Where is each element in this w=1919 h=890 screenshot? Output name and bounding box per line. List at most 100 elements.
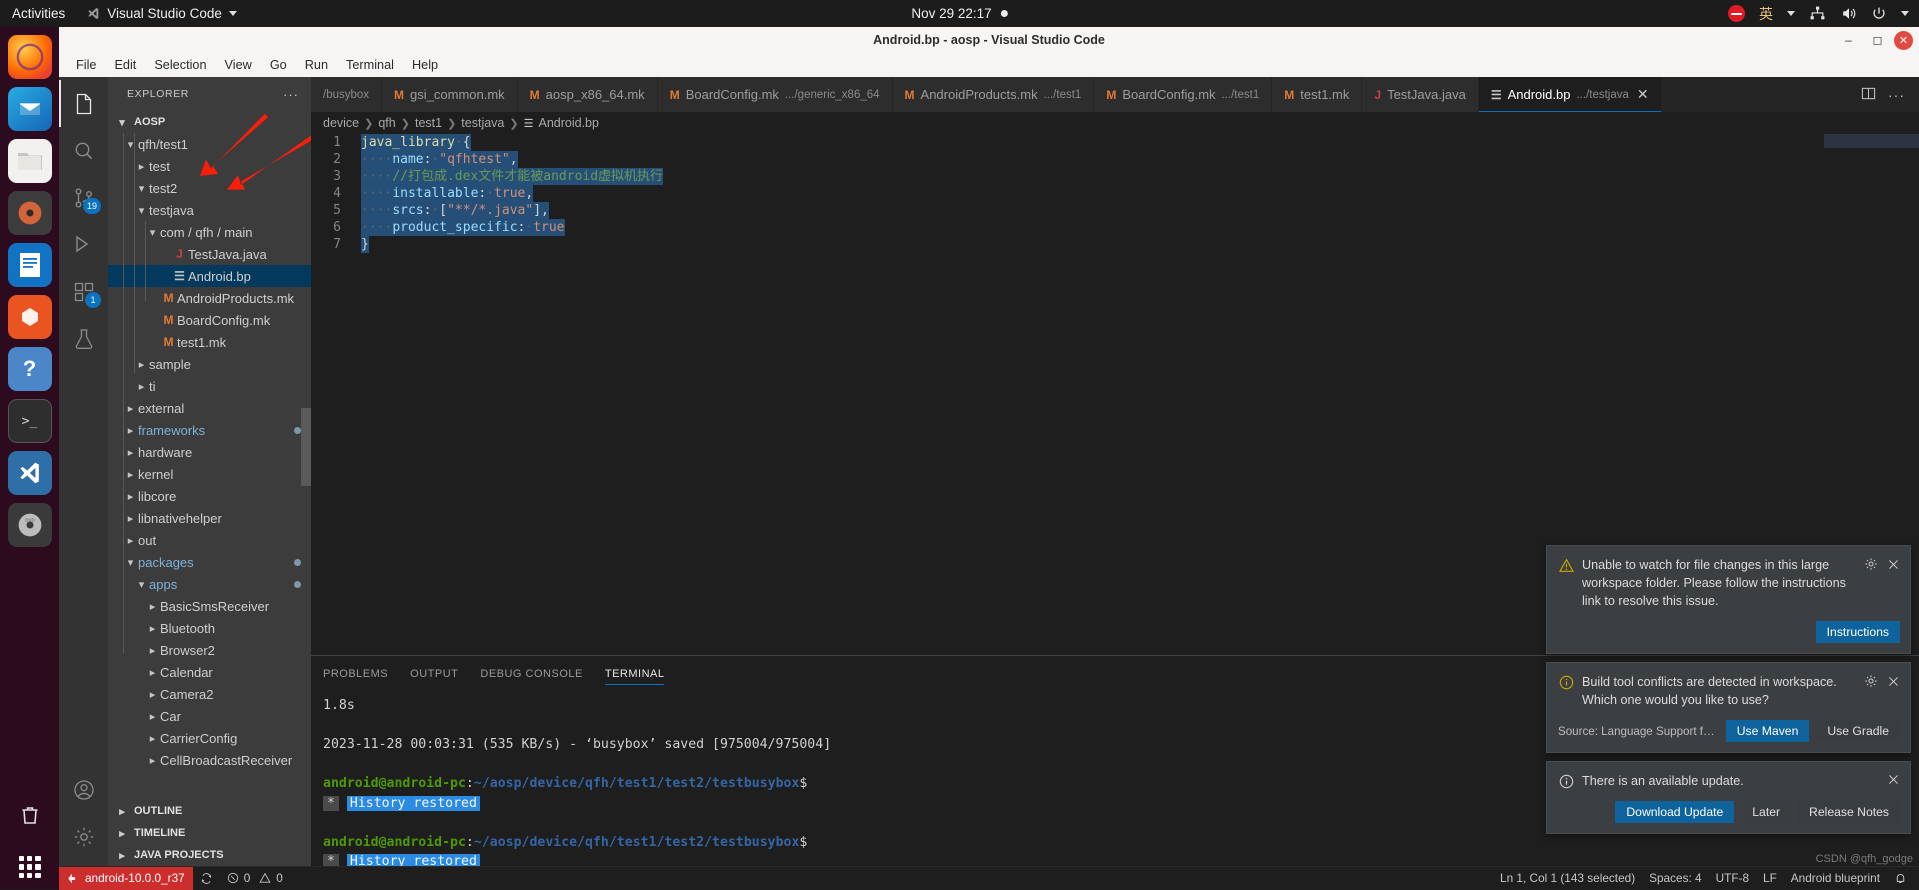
tree-item[interactable]: ▸ Camera2 [108, 683, 311, 705]
language-mode[interactable]: Android blueprint [1784, 867, 1887, 890]
section-outline[interactable]: ▸ OUTLINE [108, 800, 311, 822]
tree-item[interactable]: J TestJava.java [108, 243, 311, 265]
eol[interactable]: LF [1756, 867, 1784, 890]
later-button[interactable]: Later [1741, 801, 1792, 823]
breadcrumb-item[interactable]: qfh [378, 116, 395, 130]
indentation[interactable]: Spaces: 4 [1642, 867, 1708, 890]
breadcrumb-item[interactable]: device [323, 116, 359, 130]
system-menu-chevron-down-icon[interactable] [1901, 11, 1909, 16]
tree-item[interactable]: ▸ test [108, 155, 311, 177]
code-line[interactable]: 2 ····name:·"qfhtest", [311, 151, 1919, 168]
sidebar-scrollbar[interactable] [301, 408, 311, 486]
tree-item[interactable]: ▸ external [108, 397, 311, 419]
tree-item[interactable]: Mtest1.mk [108, 331, 311, 353]
problems-status[interactable]: 0 0 [220, 867, 290, 890]
editor-tabs[interactable]: /busybox Mgsi_common.mk Maosp_x86_64.mk M Bo… [311, 77, 1919, 112]
breadcrumb-item[interactable]: testjava [461, 116, 504, 130]
tree-item[interactable]: M BoardConfig.mk [108, 309, 311, 331]
tree-item[interactable]: ▸ hardware [108, 441, 311, 463]
tree-item[interactable]: ▸ libcore [108, 485, 311, 507]
editor-tab[interactable]: Mgsi_common.mk [382, 77, 518, 112]
panel-tab-output[interactable]: OUTPUT [410, 656, 458, 691]
dock-item-help[interactable]: ? [7, 347, 52, 391]
code-line[interactable]: 4 ····installable:·true, [311, 185, 1919, 202]
remote-indicator[interactable]: android-10.0.0_r37 [59, 866, 193, 890]
activity-accounts[interactable] [59, 766, 108, 813]
activity-run-and-debug[interactable] [59, 221, 108, 268]
editor-tab[interactable]: J TestJava.java [1362, 77, 1479, 112]
tree-item[interactable]: ▾ test2 [108, 177, 311, 199]
gear-icon[interactable] [1864, 674, 1878, 688]
keyboard-input-icon[interactable]: 英 [1759, 4, 1773, 24]
tree-item[interactable]: ☰ Android.bp [108, 265, 311, 287]
minimap-slider[interactable] [1824, 134, 1919, 148]
tree-item[interactable]: ▸ BasicSmsReceiver [108, 595, 311, 617]
close-icon[interactable] [1887, 558, 1900, 571]
menu-terminal[interactable]: Terminal [337, 56, 403, 74]
tree-item[interactable]: ▸ Browser2 [108, 639, 311, 661]
editor-tab[interactable]: Maosp_x86_64.mk [517, 77, 658, 112]
tree-item[interactable]: ▾ apps [108, 573, 311, 595]
menu-run[interactable]: Run [296, 56, 337, 74]
instructions-button[interactable]: Instructions [1815, 621, 1900, 643]
release-notes-button[interactable]: Release Notes [1798, 801, 1900, 823]
editor-tab[interactable]: M AndroidProducts.mk .../test1 [892, 77, 1095, 112]
breadcrumb-item[interactable]: test1 [415, 116, 442, 130]
code-line[interactable]: 7} [311, 236, 1919, 253]
code-line[interactable]: 3 ····//打包成.dex文件才能被android虚拟机执行 [311, 168, 1919, 185]
dock-item-rhythmbox[interactable] [7, 191, 52, 235]
code-line[interactable]: 6 ····product_specific:·true [311, 219, 1919, 236]
activities-button[interactable]: Activities [0, 6, 79, 21]
dock-item-firefox[interactable] [7, 35, 52, 79]
split-editor-icon[interactable] [1861, 86, 1876, 104]
workspace-root-row[interactable]: ▾ AOSP [108, 111, 311, 133]
code-line[interactable]: 1 java_library·{ [311, 134, 1919, 151]
dock-item-trash[interactable] [8, 793, 52, 837]
dock-item-show-apps[interactable] [8, 845, 52, 889]
tree-item[interactable]: ▸ CarrierConfig [108, 727, 311, 749]
activity-manage[interactable] [59, 813, 108, 860]
tree-item[interactable]: ▸ frameworks [108, 419, 311, 441]
use-gradle-button[interactable]: Use Gradle [1816, 720, 1900, 742]
menu-file[interactable]: File [67, 56, 105, 74]
dock-item-vscode[interactable] [7, 451, 52, 495]
editor-tab[interactable]: /busybox [311, 77, 383, 112]
activity-source-control[interactable]: 19 [59, 174, 108, 221]
code-line[interactable]: 5 ····srcs:·["**/*.java"], [311, 202, 1919, 219]
cursor-position[interactable]: Ln 1, Col 1 (143 selected) [1493, 867, 1642, 890]
tree-item[interactable]: ▸ kernel [108, 463, 311, 485]
menu-selection[interactable]: Selection [145, 56, 215, 74]
dock-item-dvd[interactable]: DVD [7, 503, 52, 547]
breadcrumb-item[interactable]: Android.bp [538, 116, 598, 130]
tree-item[interactable]: ▾ testjava [108, 199, 311, 221]
gear-icon[interactable] [1864, 557, 1878, 571]
close-icon[interactable] [1887, 773, 1900, 786]
volume-icon[interactable] [1840, 5, 1857, 22]
editor-tab[interactable]: ☰ Android.bp .../testjava ✕ [1478, 77, 1662, 112]
encoding[interactable]: UTF-8 [1709, 867, 1756, 890]
tree-item[interactable]: ▾ com / qfh / main [108, 221, 311, 243]
network-icon[interactable] [1809, 5, 1826, 22]
editor-tab[interactable]: Mtest1.mk [1272, 77, 1363, 112]
tree-item[interactable]: ▸ Bluetooth [108, 617, 311, 639]
file-tree[interactable]: ▾ qfh/test1 ▸ test ▾ test2 ▾ testjava ▾ com / qfh… [108, 133, 311, 800]
tree-item[interactable]: ▸ Car [108, 705, 311, 727]
use-maven-button[interactable]: Use Maven [1725, 720, 1810, 742]
activity-explorer[interactable] [59, 80, 108, 127]
minimize-button[interactable]: – [1836, 29, 1861, 51]
tree-item[interactable]: ▸ Calendar [108, 661, 311, 683]
activity-search[interactable] [59, 127, 108, 174]
tree-item[interactable]: ▾ qfh/test1 [108, 133, 311, 155]
explorer-more-actions-icon[interactable]: ··· [283, 87, 299, 102]
section-timeline[interactable]: ▸ TIMELINE [108, 822, 311, 844]
editor-tab[interactable]: M BoardConfig.mk .../test1 [1094, 77, 1273, 112]
download-update-button[interactable]: Download Update [1615, 801, 1735, 823]
tree-item[interactable]: M AndroidProducts.mk [108, 287, 311, 309]
tree-item[interactable]: ▾ packages [108, 551, 311, 573]
menu-go[interactable]: Go [261, 56, 296, 74]
panel-tab-terminal[interactable]: TERMINAL [604, 656, 665, 691]
activity-extensions[interactable]: 1 [59, 268, 108, 315]
ime-chevron-down-icon[interactable] [1787, 11, 1795, 16]
sync-status[interactable] [193, 867, 220, 890]
activity-testing[interactable] [59, 315, 108, 362]
